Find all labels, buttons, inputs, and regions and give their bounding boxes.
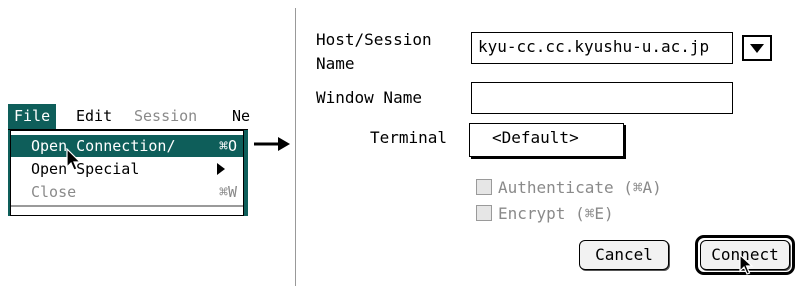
encrypt-checkbox-row: Encrypt (⌘E) [476, 204, 614, 223]
menu-edit[interactable]: Edit [70, 104, 118, 129]
menu-item-open-connection[interactable]: Open Connection∕ ⌘O [11, 135, 243, 157]
right-arrow-icon [254, 137, 290, 151]
menu-item-shortcut: ⌘O [218, 137, 237, 155]
host-session-field[interactable]: kyu-cc.cc.kyushu-u.ac.jp [471, 32, 733, 64]
menu-bar: File Edit Session Ne [8, 104, 250, 130]
host-session-label-line2: Name [316, 54, 355, 73]
menu-item-shortcut: ⌘W [218, 183, 237, 201]
chevron-down-icon [750, 44, 764, 53]
menu-network[interactable]: Ne [226, 104, 256, 129]
host-session-label-line1: Host/Session [316, 30, 432, 49]
authenticate-checkbox-row: Authenticate (⌘A) [476, 178, 662, 197]
file-menu-excerpt: File Edit Session Ne Open Connection∕ ⌘O… [8, 104, 250, 216]
window-name-field[interactable] [471, 82, 733, 114]
open-connection-dialog: Host/Session Name kyu-cc.cc.kyushu-u.ac.… [295, 8, 808, 286]
encrypt-label: Encrypt (⌘E) [498, 204, 614, 223]
submenu-arrow-icon [217, 163, 225, 175]
window-name-label: Window Name [316, 88, 422, 107]
menu-item-label: Close [31, 183, 77, 201]
mouse-pointer-icon [66, 148, 82, 171]
menu-item-close[interactable]: Close ⌘W [11, 181, 243, 203]
menu-session[interactable]: Session [128, 104, 203, 129]
menu-item-label: Open Connection∕ [31, 137, 176, 155]
authenticate-checkbox[interactable] [476, 179, 492, 195]
menu-item-open-special[interactable]: Open Special [11, 158, 243, 180]
menu-item-label: Open Special [31, 160, 140, 178]
terminal-popup[interactable]: <Default> [469, 123, 624, 157]
terminal-label: Terminal [370, 128, 448, 147]
host-dropdown-button[interactable] [742, 35, 772, 61]
encrypt-checkbox[interactable] [476, 205, 492, 221]
file-menu-dropdown: Open Connection∕ ⌘O Open Special Close ⌘… [10, 130, 244, 216]
mouse-pointer-icon [739, 254, 754, 275]
menu-separator [11, 205, 243, 207]
menu-file[interactable]: File [8, 104, 57, 129]
cancel-button[interactable]: Cancel [579, 240, 669, 270]
authenticate-label: Authenticate (⌘A) [498, 178, 662, 197]
